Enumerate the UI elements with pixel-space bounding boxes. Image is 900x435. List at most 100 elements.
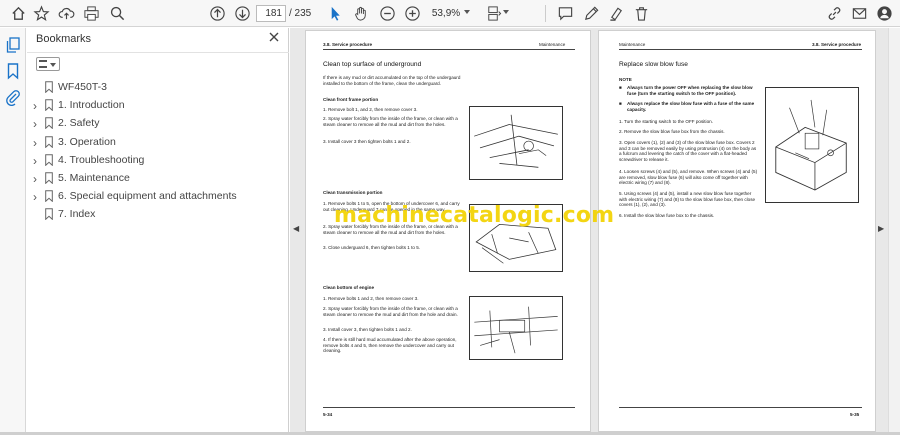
- bookmark-item[interactable]: › 1. Introduction: [27, 97, 289, 115]
- bookmark-label: 2. Safety: [58, 117, 100, 130]
- zoom-level-select[interactable]: 53,9%: [429, 5, 463, 22]
- bookmark-item[interactable]: › 2. Safety: [27, 115, 289, 133]
- page-header-right: Maintenance: [539, 42, 566, 47]
- zoom-dropdown-caret-icon[interactable]: [464, 10, 470, 14]
- bookmarks-panel-title: Bookmarks: [36, 33, 92, 45]
- page-header-right: 3.8. Service procedure: [812, 42, 862, 47]
- page-header-left: 3.8. Service procedure: [323, 42, 373, 47]
- chevron-right-icon[interactable]: ›: [33, 137, 40, 149]
- chevron-right-icon[interactable]: ›: [33, 100, 40, 112]
- bookmark-item[interactable]: › 5. Maintenance: [27, 170, 289, 188]
- bookmark-icon: [45, 135, 53, 148]
- document-page-left: 3.8. Service procedure Maintenance Clean…: [305, 30, 591, 432]
- comment-icon[interactable]: [556, 4, 574, 22]
- step-text: 2. Spray water forcibly from the inside …: [323, 306, 458, 317]
- bullet-icon: ■: [619, 101, 622, 106]
- search-icon[interactable]: [108, 4, 126, 22]
- figure-front-frame: [469, 106, 563, 180]
- subsection-title: Clean transmission portion: [323, 190, 383, 195]
- figure-engine-bottom: [469, 296, 563, 360]
- bookmark-icon: [45, 99, 53, 112]
- bookmarks-panel-icon[interactable]: [4, 62, 22, 80]
- step-text: 4. Loosen screws (4) and (5), and remove…: [619, 169, 758, 186]
- footer-rule: [619, 407, 862, 408]
- mail-icon[interactable]: [850, 4, 868, 22]
- bookmark-options-button[interactable]: [36, 57, 60, 71]
- step-text: 1. Turn the starting switch to the OFF p…: [619, 119, 713, 124]
- main-toolbar: 181 / 235 53,9%: [0, 0, 900, 27]
- chevron-right-icon[interactable]: ›: [33, 191, 40, 203]
- step-text: 5. Using screws (4) and (5), install a n…: [619, 191, 756, 208]
- cloud-upload-icon[interactable]: [57, 4, 75, 22]
- bookmark-icon: [45, 190, 53, 203]
- pages-panel-icon[interactable]: [4, 36, 22, 54]
- navigation-rail: [0, 28, 26, 432]
- link-icon[interactable]: [825, 4, 843, 22]
- hand-tool-icon[interactable]: [352, 4, 370, 22]
- highlight-icon[interactable]: [607, 4, 625, 22]
- step-text: 2. Remove the slow blow fuse box from th…: [619, 129, 725, 134]
- chevron-right-icon[interactable]: ›: [33, 155, 40, 167]
- bookmark-icon: [45, 172, 53, 184]
- bookmark-item[interactable]: › 3. Operation: [27, 134, 289, 152]
- step-text: 3. Install cover 3 then tighten bolts 1 …: [323, 139, 411, 144]
- bookmark-label: WF450T-3: [58, 81, 108, 93]
- step-text: 1. Remove bolt 1, and 2, then remove cov…: [323, 107, 418, 112]
- chevron-right-icon[interactable]: ›: [33, 173, 40, 185]
- step-text: 3. Close underguard 6, then tighten bolt…: [323, 245, 421, 250]
- step-text: 2. Spray water forcibly from the inside …: [323, 116, 458, 127]
- close-icon[interactable]: [268, 31, 280, 43]
- note-label: NOTE: [619, 77, 632, 82]
- page-down-icon[interactable]: [233, 4, 251, 22]
- collapse-left-arrow-icon[interactable]: ◀: [293, 224, 299, 233]
- bookmark-label: 6. Special equipment and attachments: [58, 190, 237, 203]
- page-number-footer: 5-35: [850, 412, 860, 417]
- page-up-icon[interactable]: [208, 4, 226, 22]
- bookmarks-panel: Bookmarks WF450T-3 › 1. Introduction › 2. Sa…: [27, 28, 289, 432]
- toolbar-divider: [545, 5, 546, 22]
- page-number-input[interactable]: 181: [256, 5, 286, 22]
- bookmark-icon: [45, 208, 53, 221]
- watermark-text: machinecatalogic.com: [334, 203, 615, 228]
- subsection-title: Clean bottom of engine: [323, 285, 375, 290]
- bullet-icon: ■: [619, 85, 622, 90]
- zoom-in-icon[interactable]: [403, 4, 421, 22]
- bookmark-label: 3. Operation: [58, 135, 116, 148]
- page-layout-icon[interactable]: [484, 4, 502, 22]
- document-page-right: Maintenance 3.8. Service procedure Repla…: [598, 30, 876, 432]
- star-icon[interactable]: [32, 4, 50, 22]
- bookmark-label: 7. Index: [58, 208, 96, 221]
- intro-paragraph: If there is any mud or dirt accumulated …: [323, 75, 461, 86]
- layout-dropdown-caret-icon[interactable]: [503, 10, 509, 14]
- attachments-panel-icon[interactable]: [4, 88, 22, 107]
- zoom-out-icon[interactable]: [378, 4, 396, 22]
- pen-icon[interactable]: [582, 4, 600, 22]
- subsection-title: Clean front frame portion: [323, 97, 379, 102]
- note-text: Always turn the power OFF when replacing…: [627, 85, 753, 96]
- bookmark-icon: [45, 81, 53, 93]
- bookmark-item[interactable]: › 6. Special equipment and attachments: [27, 188, 289, 206]
- bookmark-item[interactable]: › 4. Troubleshooting: [27, 152, 289, 170]
- expand-right-arrow-icon[interactable]: ▶: [878, 224, 884, 233]
- page-header-left: Maintenance: [619, 42, 646, 47]
- vertical-scrollbar[interactable]: [888, 28, 900, 432]
- header-rule: [323, 49, 575, 50]
- panel-divider: [27, 52, 289, 53]
- chevron-right-icon[interactable]: ›: [33, 118, 40, 130]
- step-text: 1. Remove bolts 1 and 2, then remove cov…: [323, 296, 419, 301]
- bookmark-item[interactable]: WF450T-3: [27, 79, 289, 97]
- bookmark-item[interactable]: 7. Index: [27, 206, 289, 224]
- step-text: 4. If there is still hard mud accumulate…: [323, 337, 457, 354]
- chevron-down-icon: [50, 63, 56, 67]
- list-icon: [39, 60, 47, 68]
- header-rule: [619, 49, 862, 50]
- print-icon[interactable]: [82, 4, 100, 22]
- delete-icon[interactable]: [632, 4, 650, 22]
- bookmark-label: 5. Maintenance: [58, 172, 130, 184]
- home-icon[interactable]: [9, 4, 27, 22]
- step-text: 3. Install cover 3, then tighten bolts 1…: [323, 327, 412, 332]
- bookmark-label: 1. Introduction: [58, 99, 125, 112]
- select-cursor-icon[interactable]: [326, 4, 344, 22]
- page-total-label: / 235: [289, 8, 312, 19]
- account-icon[interactable]: [875, 4, 893, 22]
